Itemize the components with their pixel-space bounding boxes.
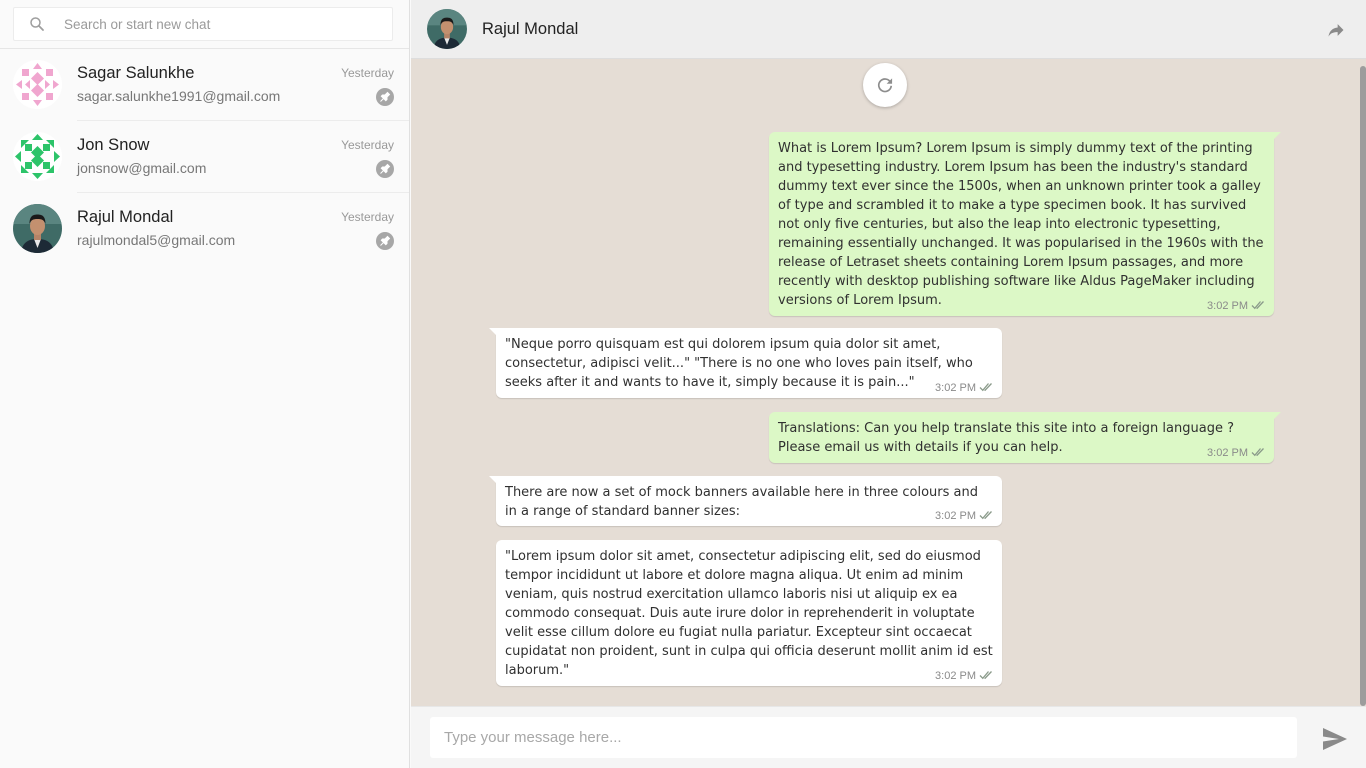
- double-check-icon: [1251, 448, 1264, 457]
- identicon-pink-icon: [13, 60, 62, 109]
- message-time: 3:02 PM: [935, 510, 976, 522]
- message-time: 3:02 PM: [935, 382, 976, 394]
- contact-name: Sagar Salunkhe: [77, 64, 195, 82]
- contact-name: Jon Snow: [77, 136, 150, 154]
- message-meta: 3:02 PM: [935, 670, 994, 682]
- contact-name: Rajul Mondal: [77, 208, 174, 226]
- message-text: "Lorem ipsum dolor sit amet, consectetur…: [505, 549, 993, 678]
- contact-time: Yesterday: [341, 210, 394, 224]
- message-meta: 3:02 PM: [1207, 300, 1266, 312]
- search-icon: [30, 17, 44, 31]
- double-check-icon: [979, 511, 992, 520]
- share-icon[interactable]: [1326, 20, 1346, 40]
- avatar: [13, 204, 62, 253]
- double-check-icon: [979, 671, 992, 680]
- message-meta: 3:02 PM: [935, 382, 994, 394]
- profile-photo-icon: [13, 204, 62, 253]
- avatar[interactable]: [427, 9, 467, 49]
- refresh-button[interactable]: [863, 63, 907, 107]
- contact-time: Yesterday: [341, 138, 394, 152]
- message-input[interactable]: [430, 717, 1297, 758]
- scrollbar[interactable]: [1360, 66, 1366, 706]
- chat-panel: Rajul Mondal What is Lorem Ipsum? Lorem …: [411, 0, 1366, 768]
- send-icon[interactable]: [1322, 727, 1348, 751]
- message-text: What is Lorem Ipsum? Lorem Ipsum is simp…: [778, 141, 1264, 308]
- contact-item-rajul-mondal[interactable]: Rajul Mondal rajulmondal5@gmail.com Yest…: [0, 193, 409, 265]
- double-check-icon: [1251, 301, 1264, 310]
- contact-item-jon-snow[interactable]: Jon Snow jonsnow@gmail.com Yesterday: [0, 121, 409, 193]
- contact-email: rajulmondal5@gmail.com: [77, 232, 236, 248]
- message-time: 3:02 PM: [1207, 447, 1248, 459]
- search-box[interactable]: [13, 7, 393, 41]
- message-outgoing: What is Lorem Ipsum? Lorem Ipsum is simp…: [769, 132, 1281, 316]
- contact-item-sagar-salunkhe[interactable]: Sagar Salunkhe sagar.salunkhe1991@gmail.…: [0, 49, 409, 121]
- message-time: 3:02 PM: [935, 670, 976, 682]
- composer: [411, 706, 1366, 768]
- pin-icon[interactable]: [376, 88, 394, 106]
- message-meta: 3:02 PM: [935, 510, 994, 522]
- avatar: [13, 60, 62, 109]
- chat-header: Rajul Mondal: [411, 0, 1366, 59]
- refresh-icon: [877, 78, 893, 93]
- sidebar: Sagar Salunkhe sagar.salunkhe1991@gmail.…: [0, 0, 410, 768]
- message-text: "Neque porro quisquam est qui dolorem ip…: [505, 337, 973, 390]
- contact-email: sagar.salunkhe1991@gmail.com: [77, 88, 281, 104]
- search-bar: [0, 0, 409, 49]
- identicon-green-icon: [13, 132, 62, 181]
- message-meta: 3:02 PM: [1207, 447, 1266, 459]
- search-input[interactable]: [64, 8, 384, 40]
- avatar: [13, 132, 62, 181]
- message-time: 3:02 PM: [1207, 300, 1248, 312]
- message-outgoing: Translations: Can you help translate thi…: [769, 412, 1281, 463]
- message-text: Translations: Can you help translate thi…: [778, 421, 1234, 455]
- chat-title: Rajul Mondal: [482, 20, 579, 38]
- message-text: There are now a set of mock banners avai…: [505, 485, 978, 519]
- contact-time: Yesterday: [341, 66, 394, 80]
- contact-email: jonsnow@gmail.com: [77, 160, 207, 176]
- pin-icon[interactable]: [376, 232, 394, 250]
- double-check-icon: [979, 383, 992, 392]
- profile-photo-icon: [427, 9, 467, 49]
- message-incoming: "Lorem ipsum dolor sit amet, consectetur…: [496, 540, 1002, 686]
- message-incoming: There are now a set of mock banners avai…: [489, 476, 1002, 526]
- message-incoming: "Neque porro quisquam est qui dolorem ip…: [489, 328, 1002, 398]
- pin-icon[interactable]: [376, 160, 394, 178]
